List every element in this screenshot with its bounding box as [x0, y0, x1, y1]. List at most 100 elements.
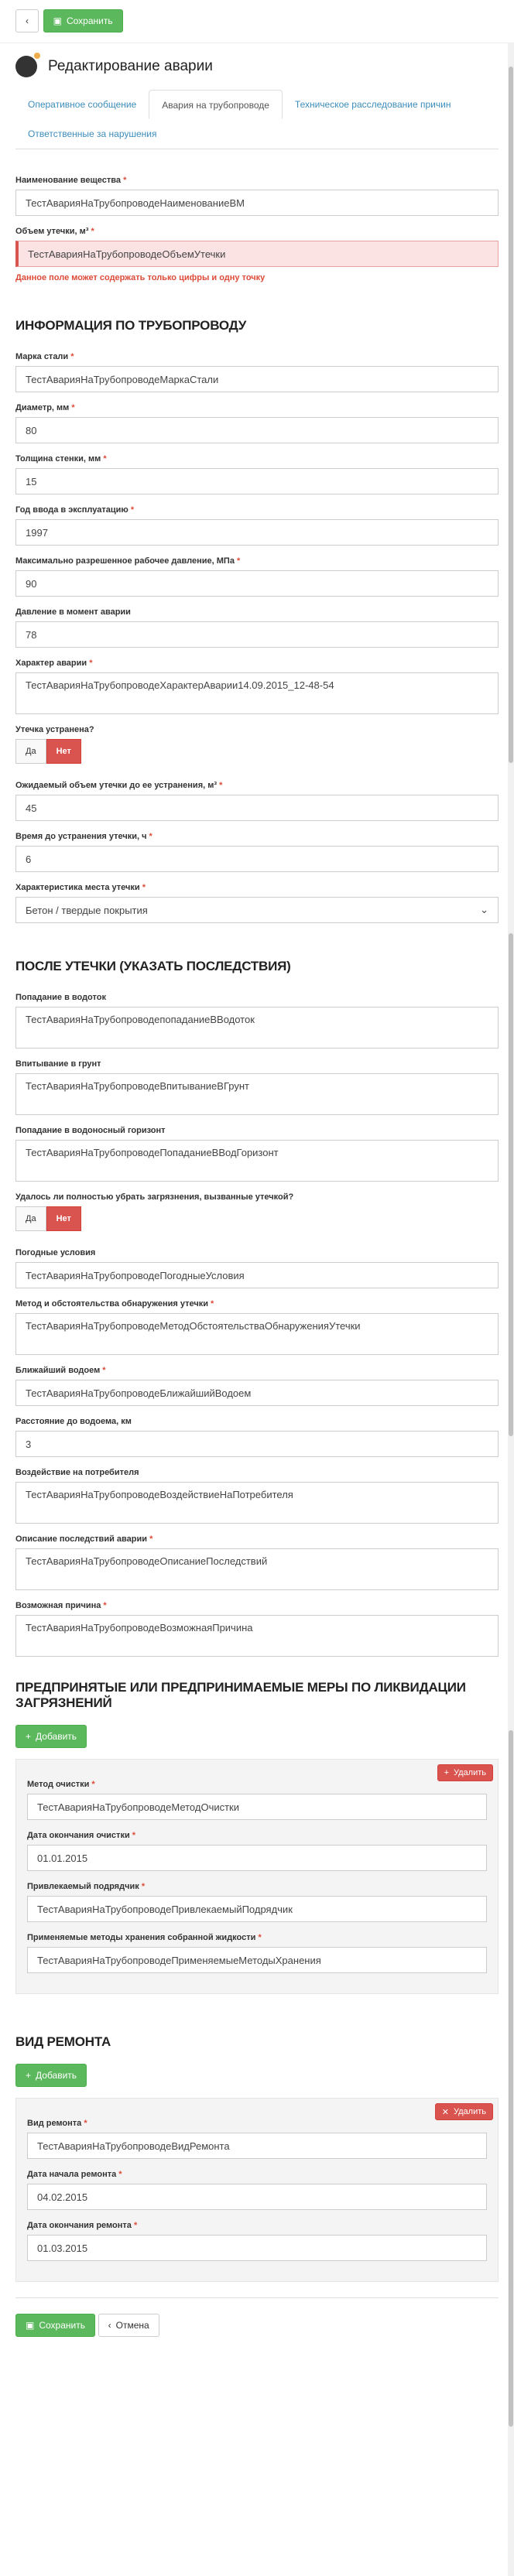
- cancel-button[interactable]: ‹ Отмена: [98, 2314, 159, 2337]
- horizon-textarea[interactable]: ТестАварияНаТрубопроводеПопаданиеВВодГор…: [15, 1140, 499, 1182]
- water-textarea[interactable]: ТестАварияНаТрубопроводепопаданиеВВодото…: [15, 1007, 499, 1049]
- page-header: Редактирование аварии: [0, 43, 514, 90]
- repair-start-label: Дата начала ремонта: [27, 2170, 117, 2179]
- clean-yes-button[interactable]: Да: [15, 1206, 46, 1231]
- tabs: Оперативное сообщение Авария на трубопро…: [15, 90, 499, 149]
- clean-label: Удалось ли полностью убрать загрязнения,…: [15, 1192, 294, 1202]
- place-select[interactable]: Бетон / твердые покрытия ⌄: [15, 897, 499, 923]
- scrollbar-thumb[interactable]: [509, 67, 513, 763]
- fixed-no-button[interactable]: Нет: [46, 739, 81, 764]
- substance-label: Наименование вещества: [15, 176, 121, 185]
- bomb-icon: [15, 53, 40, 77]
- pond-input[interactable]: ТестАварияНаТрубопроводеБлижайшийВодоем: [15, 1380, 499, 1406]
- time-label: Время до устранения утечки, ч: [15, 832, 147, 841]
- delete-measure-button[interactable]: + Удалить: [437, 1764, 493, 1781]
- weather-label: Погодные условия: [15, 1248, 96, 1257]
- horizon-label: Попадание в водоносный горизонт: [15, 1126, 166, 1135]
- diameter-input[interactable]: 80: [15, 417, 499, 443]
- tab-operational-report[interactable]: Оперативное сообщение: [15, 90, 149, 119]
- volume-input[interactable]: ТестАварияНаТрубопроводеОбъемУтечки: [15, 241, 499, 267]
- add-measure-button[interactable]: + Добавить: [15, 1725, 87, 1748]
- scrollbar[interactable]: [508, 43, 514, 2576]
- expected-label: Ожидаемый объем утечки до ее устранения,…: [15, 781, 218, 790]
- chevron-down-icon: ⌄: [480, 904, 488, 915]
- repair-start-input[interactable]: 04.02.2015: [27, 2184, 487, 2210]
- cause-label: Возможная причина: [15, 1601, 101, 1610]
- pressure-max-label: Максимально разрешенное рабочее давление…: [15, 556, 235, 566]
- clean-end-label: Дата окончания очистки: [27, 1831, 130, 1840]
- steel-input[interactable]: ТестАварияНаТрубопроводеМаркаСтали: [15, 366, 499, 392]
- soil-textarea[interactable]: ТестАварияНаТрубопроводеВпитываниеВГрунт: [15, 1073, 499, 1115]
- page: ‹ ▣ Сохранить Редактирование аварии Опера…: [0, 0, 514, 2576]
- consequences-textarea[interactable]: ТестАварияНаТрубопроводеОписаниеПоследст…: [15, 1548, 499, 1590]
- top-toolbar: ‹ ▣ Сохранить: [0, 0, 514, 43]
- time-input[interactable]: 6: [15, 846, 499, 872]
- clean-no-button[interactable]: Нет: [46, 1206, 81, 1231]
- tab-pipeline-accident[interactable]: Авария на трубопроводе: [149, 90, 283, 119]
- repair-type-label: Вид ремонта: [27, 2119, 82, 2128]
- clean-end-input[interactable]: 01.01.2015: [27, 1845, 487, 1871]
- volume-error: Данное поле может содержать только цифры…: [15, 273, 266, 282]
- diameter-label: Диаметр, мм: [15, 403, 70, 412]
- fixed-yes-button[interactable]: Да: [15, 739, 46, 764]
- close-icon: ✕: [441, 2107, 449, 2117]
- back-button[interactable]: ‹: [15, 9, 39, 32]
- save-icon: ▣: [53, 15, 62, 26]
- pressure-max-input[interactable]: 90: [15, 570, 499, 597]
- plus-icon: +: [444, 1768, 449, 1777]
- impact-textarea[interactable]: ТестАварияНаТрубопроводеВоздействиеНаПот…: [15, 1482, 499, 1524]
- contractor-label: Привлекаемый подрядчик: [27, 1882, 139, 1891]
- nature-label: Характер аварии: [15, 659, 87, 668]
- consequences-label: Описание последствий аварии: [15, 1534, 147, 1544]
- delete-repair-button[interactable]: ✕ Удалить: [434, 2103, 493, 2120]
- measures-section-title: ПРЕДПРИНЯТЫЕ ИЛИ ПРЕДПРИНИМАЕМЫЕ МЕРЫ ПО…: [15, 1680, 466, 1710]
- storage-input[interactable]: ТестАварияНаТрубопроводеПрименяемыеМетод…: [27, 1947, 487, 1973]
- volume-label: Объем утечки, м³: [15, 227, 89, 236]
- page-title: Редактирование аварии: [48, 58, 213, 74]
- tab-investigation[interactable]: Техническое расследование причин: [283, 90, 464, 119]
- pressure-label: Давление в момент аварии: [15, 607, 131, 617]
- scrollbar-thumb[interactable]: [509, 933, 513, 1436]
- after-section-title: ПОСЛЕ УТЕЧКИ (УКАЗАТЬ ПОСЛЕДСТВИЯ): [15, 959, 291, 973]
- repair-end-label: Дата окончания ремонта: [27, 2221, 132, 2230]
- method-textarea[interactable]: ТестАварияНаТрубопроводеМетодОбстоятельс…: [15, 1313, 499, 1355]
- chevron-left-icon: ‹: [108, 2320, 111, 2331]
- water-label: Попадание в водоток: [15, 993, 106, 1002]
- save-icon: ▣: [26, 2320, 35, 2331]
- plus-icon: +: [26, 2070, 32, 2081]
- soil-label: Впитывание в грунт: [15, 1059, 101, 1069]
- repair-end-input[interactable]: 01.03.2015: [27, 2235, 487, 2261]
- form: Наименование вещества * ТестАварияНаТруб…: [0, 149, 514, 2337]
- add-repair-button[interactable]: + Добавить: [15, 2064, 87, 2087]
- pond-label: Ближайший водоем: [15, 1366, 101, 1375]
- year-label: Год ввода в эксплуатацию: [15, 505, 128, 515]
- repair-type-input[interactable]: ТестАварияНаТрубопроводеВидРемонта: [27, 2133, 487, 2159]
- footer-save-button[interactable]: ▣ Сохранить: [15, 2314, 95, 2337]
- fixed-label: Утечка устранена?: [15, 725, 94, 734]
- impact-label: Воздействие на потребителя: [15, 1468, 139, 1477]
- clean-method-input[interactable]: ТестАварияНаТрубопроводеМетодОчистки: [27, 1794, 487, 1820]
- chevron-left-icon: ‹: [26, 15, 29, 26]
- distance-input[interactable]: 3: [15, 1431, 499, 1457]
- repair-panel: ✕ Удалить Вид ремонта * ТестАварияНаТрубоп…: [15, 2098, 499, 2282]
- thickness-input[interactable]: 15: [15, 468, 499, 494]
- expected-input[interactable]: 45: [15, 795, 499, 821]
- substance-input[interactable]: ТестАварияНаТрубопроводеНаименованиеВМ: [15, 190, 499, 216]
- save-button[interactable]: ▣ Сохранить: [43, 9, 123, 32]
- measure-panel: + Удалить Метод очистки * ТестАварияНаТруб…: [15, 1759, 499, 1994]
- weather-input[interactable]: ТестАварияНаТрубопроводеПогодныеУсловия: [15, 1262, 499, 1288]
- tab-responsible[interactable]: Ответственные за нарушения: [15, 119, 169, 149]
- scrollbar-thumb[interactable]: [509, 1730, 513, 2427]
- thickness-label: Толщина стенки, мм: [15, 454, 101, 464]
- method-label: Метод и обстоятельства обнаружения утечк…: [15, 1299, 208, 1309]
- cause-textarea[interactable]: ТестАварияНаТрубопроводеВозможнаяПричина: [15, 1615, 499, 1657]
- plus-icon: +: [26, 1731, 32, 1742]
- distance-label: Расстояние до водоема, км: [15, 1417, 132, 1426]
- contractor-input[interactable]: ТестАварияНаТрубопроводеПривлекаемыйПодр…: [27, 1896, 487, 1922]
- nature-textarea[interactable]: ТестАварияНаТрубопроводеХарактерАварии14…: [15, 672, 499, 714]
- fixed-toggle: Да Нет: [15, 739, 81, 764]
- place-label: Характеристика места утечки: [15, 883, 140, 892]
- repair-section-title: ВИД РЕМОНТА: [15, 2034, 111, 2049]
- year-input[interactable]: 1997: [15, 519, 499, 546]
- pressure-input[interactable]: 78: [15, 621, 499, 648]
